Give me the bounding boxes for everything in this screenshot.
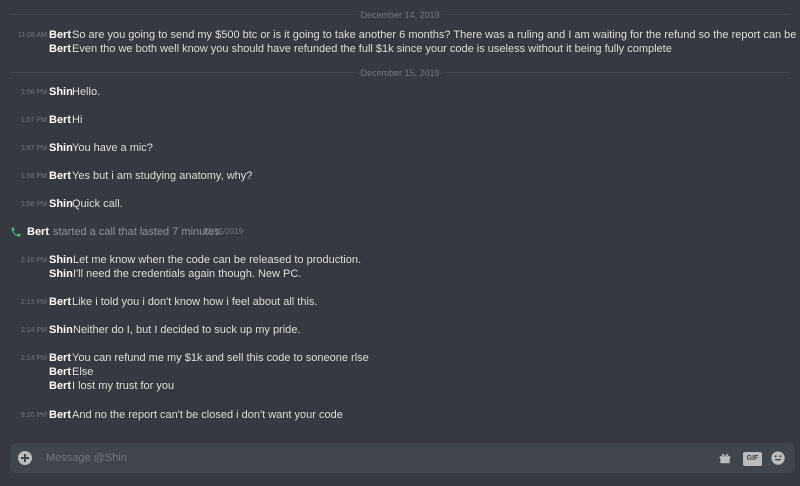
message-composer: GIF [10,443,795,473]
message-timestamp: 2:14 PM [20,327,47,334]
message-author[interactable]: Bert [49,28,71,42]
message: 2:10 PM Shin Let me know when the code c… [0,253,800,267]
message-input[interactable] [46,443,706,473]
message-timestamp: 1:57 PM [20,117,47,124]
phone-icon [11,227,21,237]
message-author[interactable]: Shin [49,253,73,267]
message-text: You have a mic? [72,142,153,154]
message-timestamp: 1:57 PM [20,145,47,152]
message-author[interactable]: Bert [49,295,71,309]
message-text: Else [72,366,94,378]
message-text: Neither do I, but I decided to suck up m… [73,324,301,336]
call-notice: Bert started a call that lasted 7 minute… [0,225,800,239]
call-author[interactable]: Bert [27,225,49,239]
message-text: I'll need the credentials again though. … [73,268,302,280]
call-date: 12/15/2019 [203,227,244,236]
date-divider: December 14, 2019 [10,9,790,21]
message-text: You can refund me my $1k and sell this c… [72,352,369,364]
message: 1:57 PM Bert Hi [0,113,800,127]
message-timestamp: 2:14 PM [20,355,47,362]
date-divider: December 15, 2019 [10,67,790,79]
message: Bert I lost my trust for you [0,379,800,393]
message-text: Hello. [72,86,101,98]
chat-window: December 14, 2019 11:08 AM Bert So are y… [0,0,800,486]
message-author[interactable]: Bert [49,169,71,183]
message-author[interactable]: Bert [49,42,71,56]
message-text: So are you going to send my $500 btc or … [72,29,800,41]
message: Shin I'll need the credentials again tho… [0,267,800,281]
message-author[interactable]: Bert [49,351,71,365]
message-text: Quick call. [72,198,123,210]
message-text: Even tho we both well know you should ha… [72,43,672,55]
message-author[interactable]: Bert [49,113,71,127]
message: Bert Even tho we both well know you shou… [0,42,800,56]
message-timestamp: 1:58 PM [20,201,47,208]
message-timestamp: 1:56 PM [20,89,47,96]
gif-button[interactable]: GIF [743,452,762,466]
message: 11:08 AM Bert So are you going to send m… [0,28,800,42]
message-text: Like i told you i don't know how i feel … [72,296,318,308]
message-text: Yes but i am studying anatomy, why? [72,170,253,182]
date-divider-label: December 14, 2019 [354,9,446,21]
message: 1:56 PM Shin Hello. [0,85,800,99]
message: 2:14 PM Bert You can refund me my $1k an… [0,351,800,365]
date-divider-label: December 15, 2019 [354,67,446,79]
message-author[interactable]: Shin [49,267,73,281]
message: 1:58 PM Shin Quick call. [0,197,800,211]
message: 2:13 PM Bert Like i told you i don't kno… [0,295,800,309]
message-text: Hi [72,114,83,126]
message-author[interactable]: Bert [49,379,71,393]
message: 1:58 PM Bert Yes but i am studying anato… [0,169,800,183]
message: 2:14 PM Shin Neither do I, but I decided… [0,323,800,337]
message-timestamp: 2:10 PM [20,257,47,264]
call-text: started a call that lasted 7 minutes. [53,226,223,238]
message: Bert Else [0,365,800,379]
plus-circle-icon[interactable] [18,451,32,465]
message-author[interactable]: Bert [49,365,71,379]
message-timestamp: 1:58 PM [20,173,47,180]
message-text: I lost my trust for you [72,380,175,392]
message-author[interactable]: Shin [49,85,73,99]
message-timestamp: 9:20 PM [20,412,47,419]
message-timestamp: 11:08 AM [17,32,47,39]
message-text: And no the report can't be closed i don'… [72,409,343,421]
message-author[interactable]: Shin [49,197,73,211]
gift-icon[interactable] [718,451,732,465]
message: 1:57 PM Shin You have a mic? [0,141,800,155]
message-author[interactable]: Shin [49,323,73,337]
message-text: Let me know when the code can be release… [73,254,362,266]
message-author[interactable]: Shin [49,141,73,155]
message-timestamp: 2:13 PM [20,299,47,306]
message-author[interactable]: Bert [49,408,71,422]
message: 9:20 PM Bert And no the report can't be … [0,408,800,422]
emoji-icon[interactable] [770,450,786,466]
